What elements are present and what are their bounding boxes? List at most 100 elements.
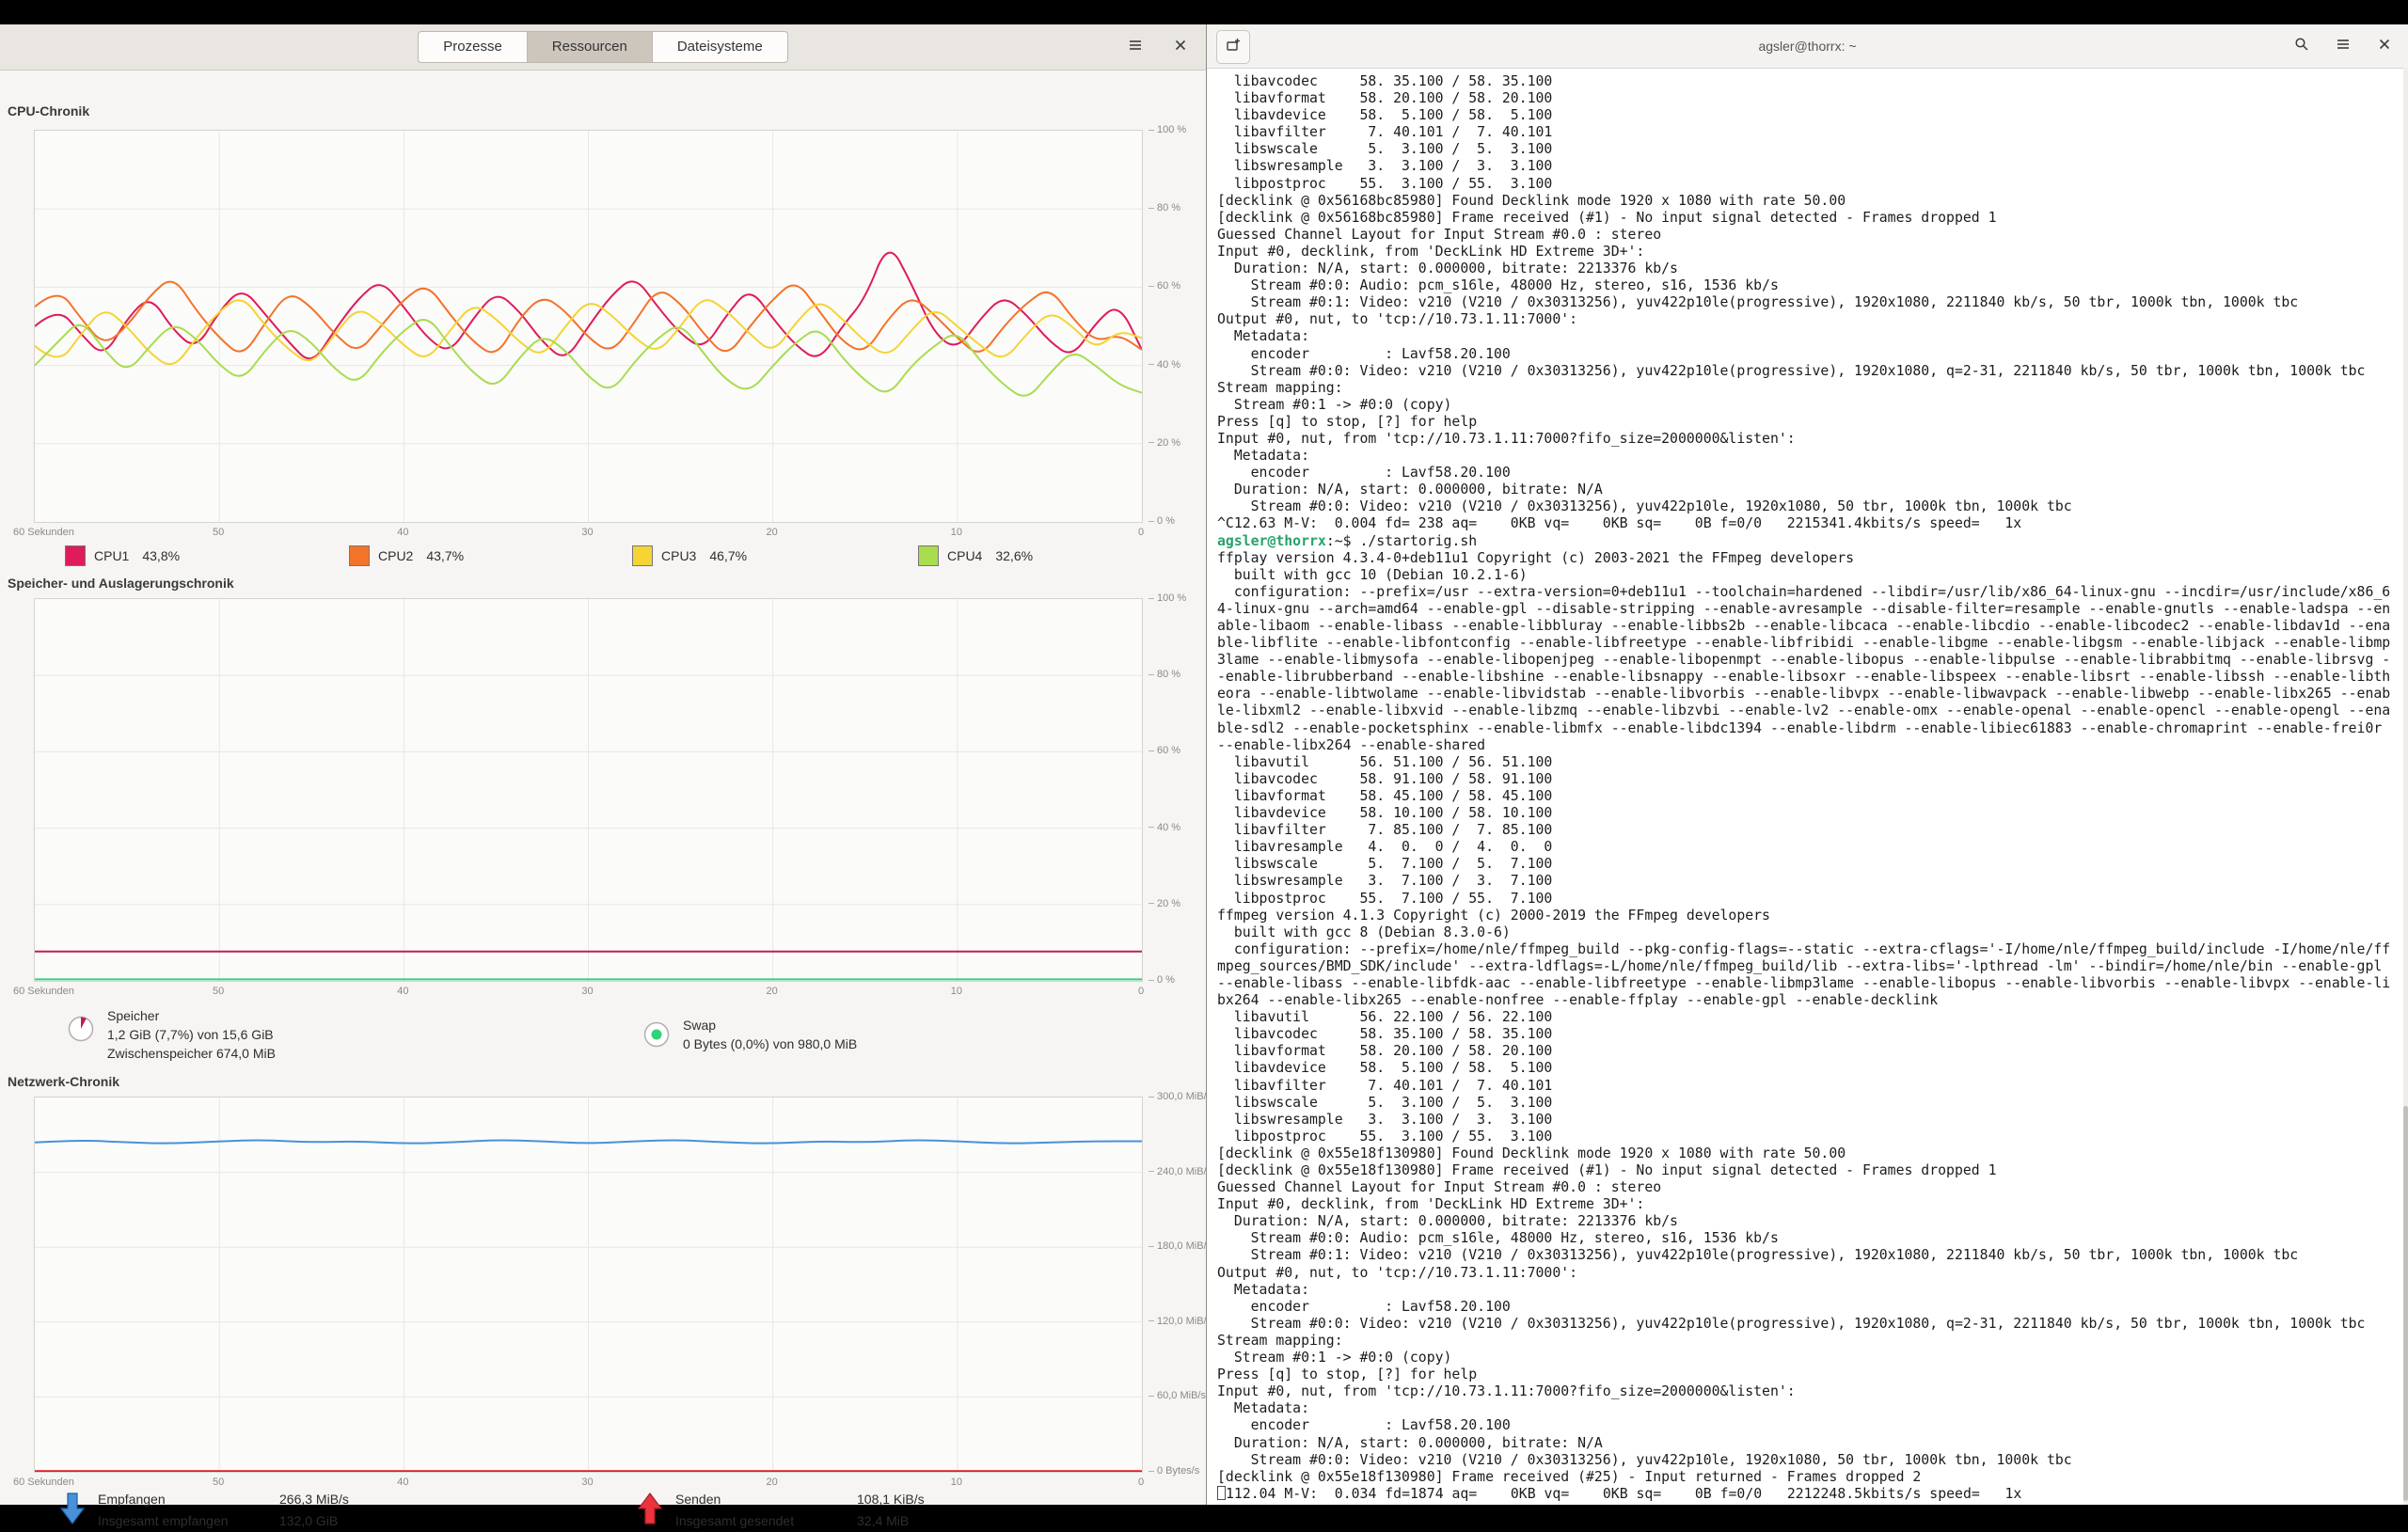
cpu-chart-title: CPU-Chronik xyxy=(8,103,89,118)
terminal-line: Duration: N/A, start: 0.000000, bitrate:… xyxy=(1217,1213,2408,1230)
memory-legend: Speicher 1,2 GiB (7,7%) von 15,6 GiB Zwi… xyxy=(66,1006,276,1063)
y-axis-label: 20 % xyxy=(1149,437,1180,449)
hamburger-menu-icon xyxy=(2336,37,2351,56)
y-axis-label: 80 % xyxy=(1149,669,1180,680)
memory-usage-value: 1,2 GiB (7,7%) von 15,6 GiB xyxy=(107,1025,276,1044)
x-axis-label: 50 xyxy=(213,527,224,538)
terminal-line: ffplay version 4.3.4-0+deb11u1 Copyright… xyxy=(1217,550,2408,567)
terminal-line: eora --enable-libtwolame --enable-libvid… xyxy=(1217,686,2408,703)
swap-pie-icon xyxy=(642,1019,672,1054)
y-axis-label: 0 % xyxy=(1149,974,1175,986)
terminal-window: agsler@thorrx: ~ libavcodec 58. 35.10 xyxy=(1206,24,2408,1505)
network-y-axis: 300,0 MiB/s240,0 MiB/s180,0 MiB/s120,0 M… xyxy=(1149,1097,1205,1471)
terminal-line: ffmpeg version 4.1.3 Copyright (c) 2000-… xyxy=(1217,908,2408,924)
y-axis-label: 80 % xyxy=(1149,202,1180,213)
terminal-line: configuration: --prefix=/usr --extra-ver… xyxy=(1217,584,2408,601)
cpu-legend-value: 43,8% xyxy=(142,548,180,563)
terminal-line: [decklink @ 0x55e18f130980] Frame receiv… xyxy=(1217,1469,2408,1486)
terminal-line: --enable-libass --enable-libfdk-aac --en… xyxy=(1217,975,2408,992)
y-axis-label: 60 % xyxy=(1149,745,1180,756)
system-monitor-headerbar: Prozesse Ressourcen Dateisysteme xyxy=(0,24,1206,71)
terminal-line: Stream #0:1 -> #0:0 (copy) xyxy=(1217,397,2408,414)
terminal-menu-button[interactable] xyxy=(2327,30,2359,62)
terminal-line: configuration: --prefix=/home/nle/ffmpeg… xyxy=(1217,941,2408,958)
y-axis-label: 100 % xyxy=(1149,592,1186,604)
receive-rate-value: 266,3 MiB/s xyxy=(279,1490,349,1511)
terminal-line: Input #0, nut, from 'tcp://10.73.1.11:70… xyxy=(1217,1383,2408,1400)
terminal-line: libavutil 56. 22.100 / 56. 22.100 xyxy=(1217,1009,2408,1026)
terminal-line: libavresample 4. 0. 0 / 4. 0. 0 xyxy=(1217,839,2408,856)
cpu-color-swatch xyxy=(918,545,939,566)
send-label: Senden xyxy=(675,1490,849,1511)
terminal-line: Guessed Channel Layout for Input Stream … xyxy=(1217,227,2408,244)
cpu-legend-value: 32,6% xyxy=(995,548,1033,563)
search-button[interactable] xyxy=(2286,30,2318,62)
cpu-legend-label: CPU4 xyxy=(947,548,982,563)
terminal-line: Stream #0:1: Video: v210 (V210 / 0x30313… xyxy=(1217,294,2408,311)
terminal-scrollbar[interactable] xyxy=(2403,68,2408,1505)
cpu-legend-item: CPU143,8% xyxy=(65,545,180,566)
y-axis-label: 100 % xyxy=(1149,124,1186,135)
y-axis-label: 60,0 MiB/s xyxy=(1149,1390,1206,1401)
y-axis-label: 0 % xyxy=(1149,515,1175,527)
terminal-line: Press [q] to stop, [?] for help xyxy=(1217,1366,2408,1383)
cpu-color-swatch xyxy=(632,545,653,566)
y-axis-label: 40 % xyxy=(1149,822,1180,833)
send-total-value: 32,4 MiB xyxy=(857,1511,925,1532)
y-axis-label: 0 Bytes/s xyxy=(1149,1465,1199,1477)
terminal-line: -enable-librubberband --enable-libshine … xyxy=(1217,669,2408,686)
terminal-scrollbar-thumb[interactable] xyxy=(2403,1106,2408,1501)
terminal-close-button[interactable] xyxy=(2368,30,2400,62)
terminal-line: libavutil 56. 51.100 / 56. 51.100 xyxy=(1217,754,2408,771)
terminal-line: Stream #0:0: Video: v210 (V210 / 0x30313… xyxy=(1217,1452,2408,1469)
terminal-line: Output #0, nut, to 'tcp://10.73.1.11:700… xyxy=(1217,1265,2408,1282)
network-x-axis: 60 Sekunden50403020100 xyxy=(34,1477,1141,1490)
send-total-label: Insgesamt gesendet xyxy=(675,1511,849,1532)
upload-arrow-icon xyxy=(636,1490,664,1532)
y-axis-label: 180,0 MiB/s xyxy=(1149,1240,1212,1252)
terminal-line: Guessed Channel Layout for Input Stream … xyxy=(1217,1179,2408,1196)
terminal-line: encoder : Lavf58.20.100 xyxy=(1217,465,2408,482)
terminal-line: Press [q] to stop, [?] for help xyxy=(1217,414,2408,431)
tab-prozesse[interactable]: Prozesse xyxy=(418,31,528,63)
terminal-line: Output #0, nut, to 'tcp://10.73.1.11:700… xyxy=(1217,311,2408,328)
terminal-line: encoder : Lavf58.20.100 xyxy=(1217,346,2408,363)
cpu-color-swatch xyxy=(349,545,370,566)
close-button[interactable] xyxy=(1164,31,1196,63)
tab-dateisysteme[interactable]: Dateisysteme xyxy=(653,31,788,63)
memory-y-axis: 100 %80 %60 %40 %20 %0 % xyxy=(1149,598,1205,980)
terminal-line: libpostproc 55. 3.100 / 55. 3.100 xyxy=(1217,176,2408,193)
prompt-user-host: agsler@thorrx xyxy=(1217,533,1326,549)
swap-legend: Swap 0 Bytes (0,0%) von 980,0 MiB xyxy=(642,1006,857,1054)
terminal-line: libavdevice 58. 5.100 / 58. 5.100 xyxy=(1217,1060,2408,1077)
tab-ressourcen[interactable]: Ressourcen xyxy=(528,31,653,63)
terminal-line: libavformat 58. 20.100 / 58. 20.100 xyxy=(1217,90,2408,107)
search-icon xyxy=(2294,37,2309,56)
memory-chart-canvas xyxy=(35,599,1142,981)
terminal-line: libpostproc 55. 7.100 / 55. 7.100 xyxy=(1217,891,2408,908)
terminal-line: libavdevice 58. 5.100 / 58. 5.100 xyxy=(1217,107,2408,124)
x-axis-label: 40 xyxy=(397,527,408,538)
terminal-line: Stream mapping: xyxy=(1217,380,2408,397)
cpu-legend-label: CPU3 xyxy=(661,548,696,563)
cpu-legend-value: 43,7% xyxy=(426,548,464,563)
terminal-line: mpeg_sources/BMD_SDK/include' --extra-ld… xyxy=(1217,958,2408,975)
y-axis-label: 120,0 MiB/s xyxy=(1149,1316,1212,1327)
terminal-line: [decklink @ 0x55e18f130980] Frame receiv… xyxy=(1217,1162,2408,1179)
x-axis-label: 30 xyxy=(581,1477,593,1488)
terminal-line: encoder : Lavf58.20.100 xyxy=(1217,1299,2408,1316)
terminal-line: libavfilter 7. 40.101 / 7. 40.101 xyxy=(1217,124,2408,141)
terminal-line: 112.04 M-V: 0.034 fd=1874 aq= 0KB vq= 0K… xyxy=(1217,1486,2408,1503)
terminal-line: Input #0, nut, from 'tcp://10.73.1.11:70… xyxy=(1217,431,2408,448)
network-chart-canvas xyxy=(35,1098,1142,1472)
x-axis-label: 50 xyxy=(213,1477,224,1488)
x-axis-label: 40 xyxy=(397,1477,408,1488)
memory-legend-title: Speicher xyxy=(107,1006,276,1025)
terminal-line: libpostproc 55. 3.100 / 55. 3.100 xyxy=(1217,1129,2408,1145)
receive-total-label: Insgesamt empfangen xyxy=(98,1511,272,1532)
terminal-line: libavdevice 58. 10.100 / 58. 10.100 xyxy=(1217,805,2408,822)
network-send-legend: Senden 108,1 KiB/s Insgesamt gesendet 32… xyxy=(636,1490,925,1532)
terminal-line: encoder : Lavf58.20.100 xyxy=(1217,1417,2408,1434)
menu-button[interactable] xyxy=(1119,31,1151,63)
terminal-line: Stream #0:1: Video: v210 (V210 / 0x30313… xyxy=(1217,1247,2408,1264)
